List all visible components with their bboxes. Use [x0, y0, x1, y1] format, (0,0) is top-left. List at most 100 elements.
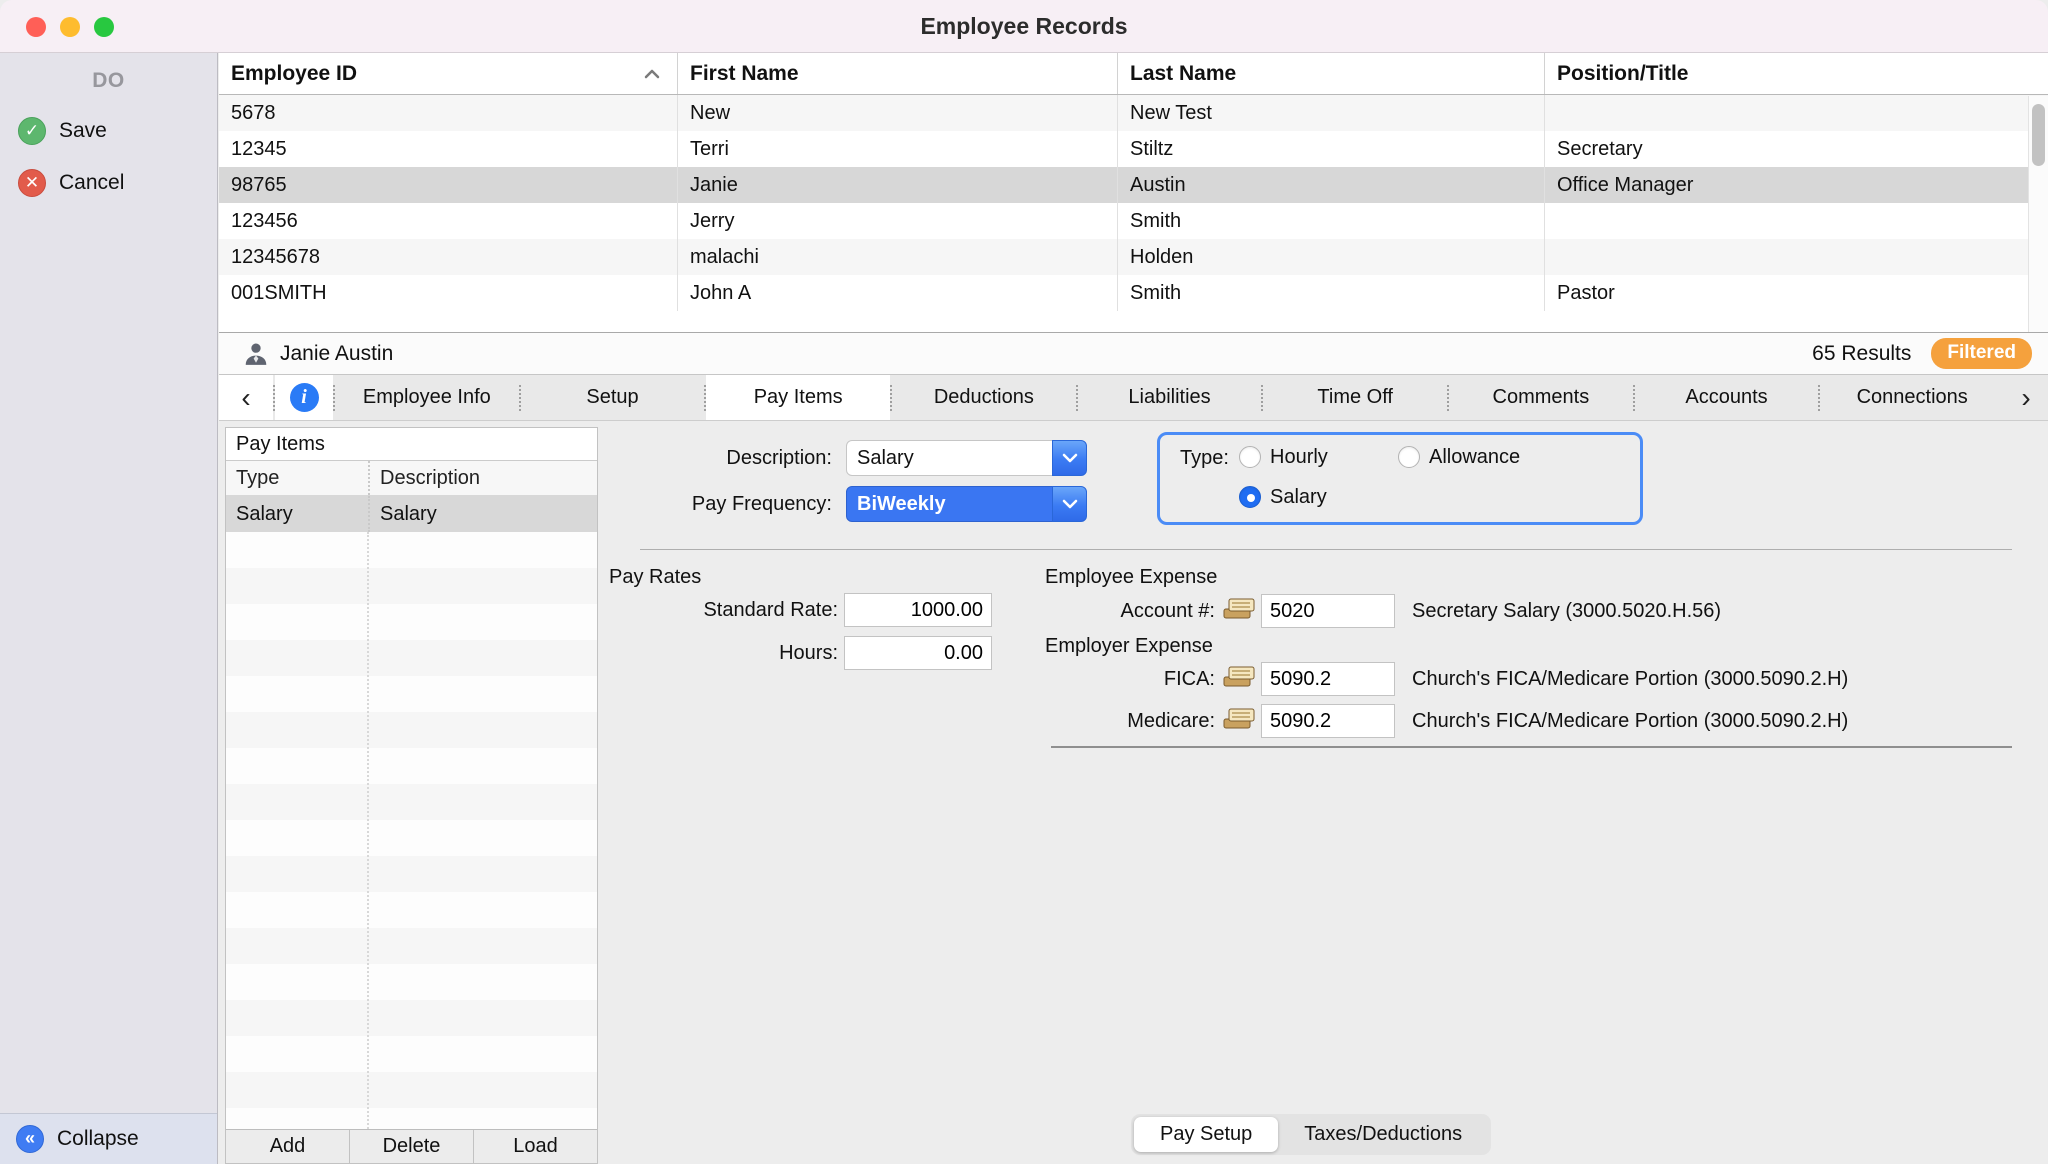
description-label: Description: [640, 447, 832, 470]
pay-frequency-label: Pay Frequency: [618, 493, 832, 516]
description-combo[interactable]: Salary [846, 440, 1053, 476]
sidebar: DO ✓ Save ✕ Cancel « Collapse [0, 53, 218, 1164]
standard-rate-input[interactable] [844, 593, 992, 627]
tabs-scroll-left-button[interactable]: ‹ [219, 375, 273, 420]
tab-connections[interactable]: Connections [1820, 375, 2004, 420]
save-check-icon: ✓ [18, 117, 46, 145]
pay-items-actions: Add Delete Load [226, 1129, 597, 1163]
column-header-last-name[interactable]: Last Name [1117, 53, 1544, 94]
fica-label: FICA: [1035, 668, 1215, 691]
table-row[interactable]: 123456 Jerry Smith [219, 203, 2048, 239]
save-button[interactable]: ✓ Save [18, 114, 107, 148]
table-row[interactable]: 12345 Terri Stiltz Secretary [219, 131, 2048, 167]
cancel-x-icon: ✕ [18, 169, 46, 197]
tabs-scroll-right-button[interactable]: › [2004, 375, 2048, 420]
chevron-down-icon [1062, 453, 1078, 463]
table-row[interactable]: 12345678 malachi Holden [219, 239, 2048, 275]
tab-liabilities[interactable]: Liabilities [1078, 375, 1262, 420]
fica-account-input[interactable] [1261, 662, 1395, 696]
radio-salary[interactable]: Salary [1239, 484, 1327, 510]
tab-taxes-deductions[interactable]: Taxes/Deductions [1278, 1117, 1488, 1152]
type-group-box: Type: Hourly Allowance Salary [1157, 432, 1643, 525]
pay-item-detail-pane: Description: Salary Pay Frequency: BiWee… [598, 421, 2048, 1164]
tab-deductions[interactable]: Deductions [892, 375, 1076, 420]
radio-hourly[interactable]: Hourly [1239, 444, 1328, 470]
pay-items-panel-title: Pay Items [226, 428, 597, 461]
tab-employee-info[interactable]: Employee Info [335, 375, 519, 420]
employee-table-header: Employee ID First Name Last Name Positio… [219, 53, 2048, 95]
employee-table-body: 5678 New New Test 12345 Terri Stiltz Sec… [219, 95, 2048, 311]
load-button[interactable]: Load [474, 1130, 597, 1163]
tab-setup[interactable]: Setup [521, 375, 705, 420]
info-tab[interactable]: i [275, 375, 333, 420]
delete-button[interactable]: Delete [350, 1130, 474, 1163]
pay-frequency-combo[interactable]: BiWeekly [846, 486, 1053, 522]
hours-label: Hours: [618, 642, 838, 665]
standard-rate-label: Standard Rate: [618, 599, 838, 622]
tab-accounts[interactable]: Accounts [1635, 375, 1819, 420]
medicare-account-input[interactable] [1261, 704, 1395, 738]
pay-rates-heading: Pay Rates [609, 566, 701, 589]
medicare-account-description: Church's FICA/Medicare Portion (3000.509… [1412, 710, 1848, 733]
minimize-window-button[interactable] [60, 17, 80, 37]
tab-pay-setup[interactable]: Pay Setup [1134, 1117, 1278, 1152]
table-row[interactable]: 001SMITH John A Smith Pastor [219, 275, 2048, 311]
column-header-first-name[interactable]: First Name [677, 53, 1117, 94]
section-divider [640, 549, 2012, 550]
column-header-description[interactable]: Description [368, 461, 597, 495]
employee-expense-heading: Employee Expense [1045, 566, 1217, 589]
close-window-button[interactable] [26, 17, 46, 37]
tab-pay-items[interactable]: Pay Items [706, 375, 890, 420]
account-lookup-icon[interactable] [1222, 595, 1256, 623]
table-row[interactable]: 5678 New New Test [219, 95, 2048, 131]
selected-employee-name: Janie Austin [280, 342, 393, 366]
employer-expense-heading: Employer Expense [1045, 635, 1213, 658]
window-title: Employee Records [920, 13, 1127, 40]
radio-selected-icon [1239, 486, 1261, 508]
scrollbar-thumb[interactable] [2032, 104, 2045, 166]
detail-tab-bar: ‹ i Employee Info Setup Pay Items Deduct… [219, 375, 2048, 421]
account-number-input[interactable] [1261, 594, 1395, 628]
description-dropdown-button[interactable] [1052, 440, 1087, 476]
collapse-button[interactable]: « Collapse [0, 1113, 217, 1164]
cancel-label: Cancel [59, 171, 124, 195]
pay-frequency-dropdown-button[interactable] [1052, 486, 1087, 522]
radio-circle-icon [1398, 446, 1420, 468]
pay-items-empty-rows [226, 532, 597, 1129]
radio-circle-icon [1239, 446, 1261, 468]
zoom-window-button[interactable] [94, 17, 114, 37]
type-label: Type: [1180, 447, 1229, 470]
tab-comments[interactable]: Comments [1449, 375, 1633, 420]
column-header-position[interactable]: Position/Title [1544, 53, 2048, 94]
pay-items-panel: Pay Items Type Description Salary Salary… [225, 427, 598, 1164]
medicare-label: Medicare: [1035, 710, 1215, 733]
sort-ascending-icon [643, 68, 661, 80]
pay-item-row-selected[interactable]: Salary Salary [226, 496, 597, 532]
column-divider [367, 532, 369, 1129]
collapse-label: Collapse [57, 1127, 139, 1151]
medicare-account-lookup-icon[interactable] [1222, 705, 1256, 733]
person-icon [243, 341, 269, 367]
info-icon: i [290, 383, 319, 412]
radio-allowance[interactable]: Allowance [1398, 444, 1520, 470]
sidebar-header: DO [0, 69, 217, 93]
filtered-badge[interactable]: Filtered [1931, 338, 2032, 369]
fica-account-description: Church's FICA/Medicare Portion (3000.509… [1412, 668, 1848, 691]
table-row-selected[interactable]: 98765 Janie Austin Office Manager [219, 167, 2048, 203]
pay-setup-segmented-control: Pay Setup Taxes/Deductions [1131, 1114, 1491, 1155]
chevron-down-icon [1062, 499, 1078, 509]
add-button[interactable]: Add [226, 1130, 350, 1163]
expense-section-divider [1051, 746, 2012, 748]
hours-input[interactable] [844, 636, 992, 670]
traffic-lights [26, 17, 114, 37]
tab-time-off[interactable]: Time Off [1263, 375, 1447, 420]
collapse-chevrons-icon: « [16, 1125, 44, 1153]
fica-account-lookup-icon[interactable] [1222, 663, 1256, 691]
column-header-employee-id[interactable]: Employee ID [219, 53, 677, 94]
employee-records-window: Employee Records DO ✓ Save ✕ Cancel « Co… [0, 0, 2048, 1164]
results-count: 65 Results [1812, 342, 1911, 366]
account-number-label: Account #: [1035, 600, 1215, 623]
column-header-type[interactable]: Type [226, 461, 368, 495]
cancel-button[interactable]: ✕ Cancel [18, 166, 124, 200]
vertical-scrollbar[interactable] [2028, 96, 2048, 332]
